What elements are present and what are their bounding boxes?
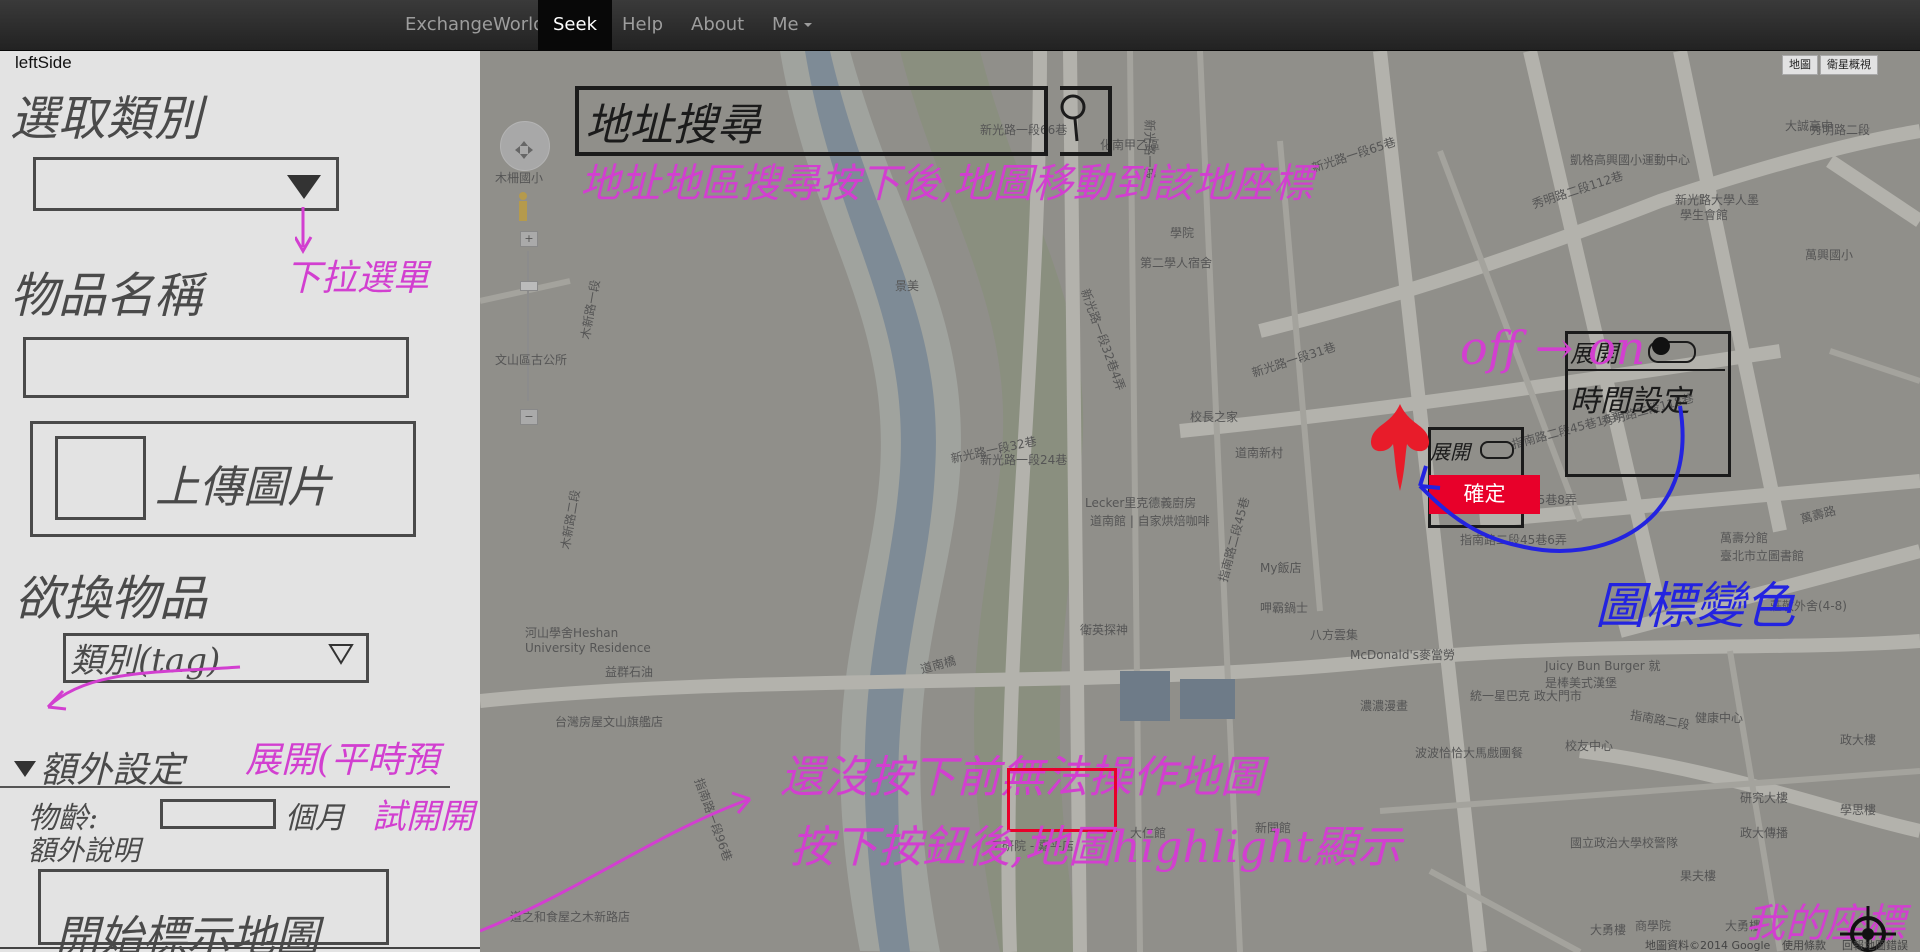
place-label: 果夫樓: [1680, 869, 1717, 883]
place-label: 政大樓: [1840, 733, 1877, 747]
place-label: 國立政治大學校警隊: [1570, 836, 1679, 850]
blue-arrow-icon: [1418, 405, 1685, 553]
place-label: Juicy Bun Burger 就是棒美式漢堡: [1545, 659, 1661, 690]
terms-link[interactable]: 使用條款: [1782, 937, 1826, 952]
place-label: 木柵國小: [495, 171, 544, 185]
left-side-label: leftSide: [15, 53, 72, 72]
place-label: 萬興國小: [1805, 248, 1854, 262]
chevron-down-icon: [803, 23, 812, 27]
place-label: McDonald's麥當勞: [1350, 648, 1455, 662]
place-label: 政大傳播: [1740, 826, 1789, 840]
nav-me-dropdown[interactable]: Me: [757, 0, 827, 50]
place-label: 波波恰恰大馬戲團餐: [1415, 746, 1524, 760]
place-label: 學思樓: [1840, 803, 1877, 817]
search-icon[interactable]: [1055, 91, 1095, 145]
place-label: 萬壽分館: [1720, 531, 1769, 545]
place-label: 衛英探神: [1080, 623, 1129, 637]
nav-about[interactable]: About: [676, 0, 759, 50]
map-type-map-button[interactable]: 地圖: [1782, 55, 1818, 75]
zoom-track[interactable]: [527, 251, 529, 401]
place-label: 學院: [1170, 226, 1195, 240]
expand-arrow-icon: [46, 665, 241, 711]
dropdown-triangle-icon: [287, 175, 321, 199]
nav-help[interactable]: Help: [607, 0, 678, 50]
place-label: 學生會館: [1680, 208, 1729, 222]
place-label: 道南新村: [1235, 446, 1284, 460]
left-side-panel: leftSide 選取類別 下拉選單 物品名稱 上傳圖片 欲換物品 類別(tag…: [0, 51, 480, 952]
nav-me-label: Me: [772, 14, 799, 35]
place-label: 商學院: [1635, 919, 1672, 933]
report-error-link[interactable]: 回報地圖錯誤: [1842, 937, 1908, 952]
place-label: 校友中心: [1565, 739, 1614, 753]
marker-note: 圖標變色: [1595, 577, 1795, 635]
place-label: 呷霸鍋士: [1260, 601, 1309, 615]
after-note: 按下按鈕後,地圖highlight顯示: [790, 822, 1402, 873]
zoom-slider[interactable]: + −: [520, 201, 538, 441]
nav-seek[interactable]: Seek: [538, 0, 612, 50]
wanted-heading: 欲換物品: [15, 571, 208, 627]
pan-arrows-icon: [515, 141, 533, 159]
place-label: 大勇樓: [1590, 923, 1627, 937]
top-navbar: ExchangeWorld Seek Help About Me: [0, 0, 1920, 51]
item-name-heading: 物品名稱: [10, 268, 203, 324]
upload-label: 上傳圖片: [155, 462, 331, 513]
place-label: Lecker里克德義廚房: [1085, 496, 1197, 510]
place-label: 臺北市立圖書館: [1720, 549, 1805, 563]
place-label: 台灣房屋文山旗艦店: [555, 715, 664, 729]
road-label: 新光路一段24巷: [980, 453, 1068, 467]
category-heading: 選取類別: [10, 91, 203, 147]
pink-arrow-icon: [480, 791, 752, 933]
expand-note: 展開(平時預: [245, 740, 440, 781]
place-label: 八方雲集: [1310, 628, 1359, 642]
divider: [0, 786, 450, 788]
age-select[interactable]: [160, 799, 276, 829]
search-note: 地址地區搜尋按下後,地圖移動到該地座標: [580, 161, 1313, 207]
tag-dropdown-icon: [328, 644, 354, 665]
brand-link[interactable]: ExchangeWorld: [390, 0, 560, 50]
zoom-out-icon[interactable]: −: [520, 409, 538, 425]
toggle-note: off → on: [1460, 321, 1646, 375]
map-type-satellite-button[interactable]: 衛星概視: [1820, 55, 1878, 75]
place-label: 大誠高中: [1785, 119, 1834, 133]
month-unit: 個月: [285, 801, 345, 836]
toggle-knob: [1652, 337, 1670, 355]
zoom-in-icon[interactable]: +: [520, 231, 538, 247]
item-name-field[interactable]: [23, 337, 409, 398]
place-label: 凱格高興國小運動中心: [1570, 153, 1691, 167]
place-label: 益群石油: [605, 665, 654, 679]
extra-desc-label: 額外說明: [28, 834, 141, 867]
collapse-triangle-icon: [14, 761, 36, 777]
place-label: 景美: [895, 279, 920, 293]
start-mark-map-button[interactable]: 開始標示地圖: [55, 901, 319, 952]
place-label: My飯店: [1260, 561, 1302, 575]
place-label: 研究大樓: [1740, 791, 1789, 805]
place-label: 道南館 | 自家烘焙咖啡: [1090, 514, 1210, 528]
place-label: 文山區古公所: [495, 353, 568, 367]
place-label: 濃濃漫畫: [1360, 699, 1409, 713]
place-label: 河山學舍Heshan University Residence: [525, 626, 651, 655]
place-label: 第二學人宿舍: [1140, 256, 1213, 270]
zoom-handle[interactable]: [520, 281, 538, 291]
address-search-placeholder: 地址搜尋: [585, 100, 761, 151]
place-label: 健康中心: [1695, 711, 1744, 725]
upload-image-placeholder: [55, 436, 146, 520]
dropdown-note: 下拉選單: [285, 258, 430, 299]
place-label: 校長之家: [1190, 410, 1239, 424]
map-data-credit: 地圖資料©2014 Google: [1645, 939, 1771, 952]
trial-note: 試開開: [372, 797, 474, 837]
map-area[interactable]: + − 地圖 衛星概視 新光路一段 新光路一段65巷 秀明路二段112巷 秀明路…: [480, 51, 1920, 952]
